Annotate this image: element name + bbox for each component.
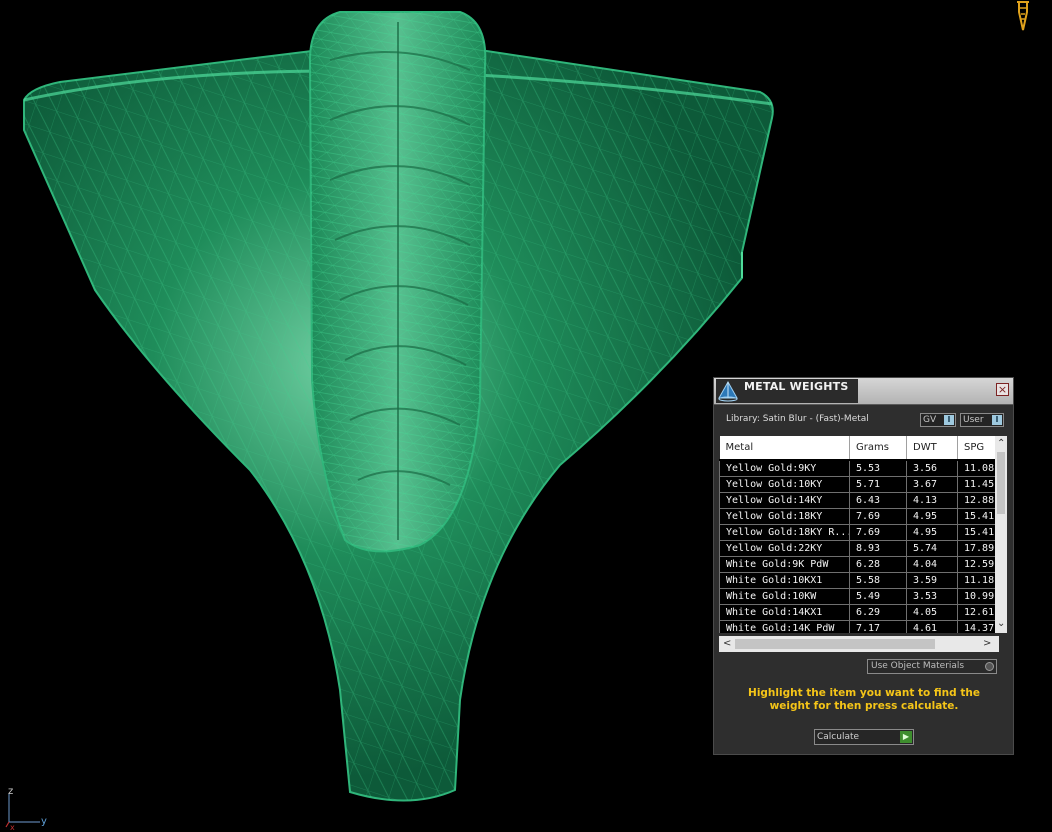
metal-table: Metal Grams DWT SPG Yellow Gold:9KY 5.53 3…: [719, 436, 1007, 633]
cell-metal: Yellow Gold:22KY: [719, 540, 850, 557]
ring-model: [23, 11, 774, 802]
user-toggle-switch-icon: I: [992, 415, 1002, 425]
user-toggle[interactable]: User I: [960, 413, 1004, 427]
cell-dwt: 3.56: [906, 459, 958, 477]
cell-metal: White Gold:14KX1: [719, 604, 850, 621]
axis-y-label: y: [41, 816, 47, 827]
cell-metal: Yellow Gold:18KY R...: [719, 524, 850, 541]
cell-grams: 6.28: [849, 556, 907, 573]
metal-weights-panel: METAL WEIGHTS × Library: Satin Blur - (F…: [713, 377, 1014, 755]
panel-header[interactable]: METAL WEIGHTS ×: [714, 378, 1013, 405]
instruction-text: Highlight the item you want to find the …: [748, 687, 980, 712]
table-header-row: Metal Grams DWT SPG: [719, 436, 1007, 461]
cell-grams: 5.71: [849, 476, 907, 493]
metal-table-container[interactable]: Metal Grams DWT SPG Yellow Gold:9KY 5.53 3…: [719, 436, 1007, 633]
cell-dwt: 4.05: [906, 604, 958, 621]
cell-dwt: 3.67: [906, 476, 958, 493]
table-row[interactable]: Yellow Gold:18KY R... 7.69 4.95 15.41: [719, 524, 1007, 541]
cell-grams: 5.58: [849, 572, 907, 589]
cell-grams: 6.29: [849, 604, 907, 621]
scroll-right-icon[interactable]: >: [983, 639, 991, 649]
table-row[interactable]: Yellow Gold:18KY 7.69 4.95 15.41: [719, 508, 1007, 525]
cell-metal: White Gold:9K PdW: [719, 556, 850, 573]
table-row[interactable]: White Gold:9K PdW 6.28 4.04 12.59: [719, 556, 1007, 573]
use-object-materials-label: Use Object Materials: [871, 661, 965, 671]
gv-toggle-label: GV: [923, 415, 937, 425]
cell-grams: 7.17: [849, 620, 907, 633]
cell-grams: 5.53: [849, 459, 907, 477]
cell-dwt: 4.04: [906, 556, 958, 573]
cell-dwt: 5.74: [906, 540, 958, 557]
calculate-label: Calculate: [817, 732, 860, 742]
pyramid-logo-icon: [716, 379, 740, 403]
gv-toggle-switch-icon: I: [944, 415, 954, 425]
table-row[interactable]: White Gold:14K PdW 7.17 4.61 14.37: [719, 620, 1007, 633]
cell-metal: White Gold:10KX1: [719, 572, 850, 589]
cell-grams: 7.69: [849, 524, 907, 541]
cell-metal: Yellow Gold:10KY: [719, 476, 850, 493]
cell-dwt: 4.95: [906, 524, 958, 541]
close-icon[interactable]: ×: [996, 383, 1009, 396]
cell-grams: 7.69: [849, 508, 907, 525]
library-label: Library: Satin Blur - (Fast)-Metal: [726, 414, 869, 424]
cell-dwt: 4.95: [906, 508, 958, 525]
axis-gizmo: z y x: [5, 786, 47, 830]
cell-grams: 6.43: [849, 492, 907, 509]
table-row[interactable]: White Gold:14KX1 6.29 4.05 12.61: [719, 604, 1007, 621]
scroll-left-icon[interactable]: <: [723, 639, 731, 649]
calculate-button[interactable]: Calculate ▶: [814, 729, 914, 745]
cell-dwt: 4.13: [906, 492, 958, 509]
table-row[interactable]: White Gold:10KW 5.49 3.53 10.99: [719, 588, 1007, 605]
axis-z-label: z: [8, 786, 13, 797]
table-row[interactable]: Yellow Gold:22KY 8.93 5.74 17.89: [719, 540, 1007, 557]
cell-dwt: 4.61: [906, 620, 958, 633]
play-arrow-icon: ▶: [900, 731, 912, 743]
dimension-tool-icon[interactable]: [1013, 0, 1033, 34]
scroll-up-icon[interactable]: ⌃: [997, 439, 1005, 449]
horizontal-scroll-thumb[interactable]: [735, 639, 935, 649]
vertical-scroll-thumb[interactable]: [997, 452, 1005, 514]
cell-metal: Yellow Gold:9KY: [719, 459, 850, 477]
panel-title: METAL WEIGHTS: [744, 380, 849, 393]
cell-dwt: 3.53: [906, 588, 958, 605]
cell-dwt: 3.59: [906, 572, 958, 589]
cell-metal: Yellow Gold:14KY: [719, 492, 850, 509]
axis-x-label: x: [10, 823, 15, 830]
table-row[interactable]: Yellow Gold:9KY 5.53 3.56 11.08: [719, 459, 1007, 477]
radio-icon[interactable]: [985, 662, 994, 671]
use-object-materials-option[interactable]: Use Object Materials: [867, 659, 997, 674]
table-row[interactable]: Yellow Gold:14KY 6.43 4.13 12.88: [719, 492, 1007, 509]
table-row[interactable]: Yellow Gold:10KY 5.71 3.67 11.45: [719, 476, 1007, 493]
column-header-dwt[interactable]: DWT: [906, 436, 958, 461]
column-header-grams[interactable]: Grams: [849, 436, 907, 461]
gv-toggle[interactable]: GV I: [920, 413, 956, 427]
horizontal-scrollbar[interactable]: < >: [719, 636, 999, 652]
vertical-scrollbar[interactable]: ⌃ ⌄: [995, 436, 1007, 633]
table-row[interactable]: White Gold:10KX1 5.58 3.59 11.18: [719, 572, 1007, 589]
cell-grams: 8.93: [849, 540, 907, 557]
cell-metal: Yellow Gold:18KY: [719, 508, 850, 525]
column-header-metal[interactable]: Metal: [719, 436, 850, 461]
user-toggle-label: User: [963, 415, 984, 425]
cell-metal: White Gold:14K PdW: [719, 620, 850, 633]
cell-metal: White Gold:10KW: [719, 588, 850, 605]
cell-grams: 5.49: [849, 588, 907, 605]
scroll-down-icon[interactable]: ⌄: [997, 619, 1005, 629]
